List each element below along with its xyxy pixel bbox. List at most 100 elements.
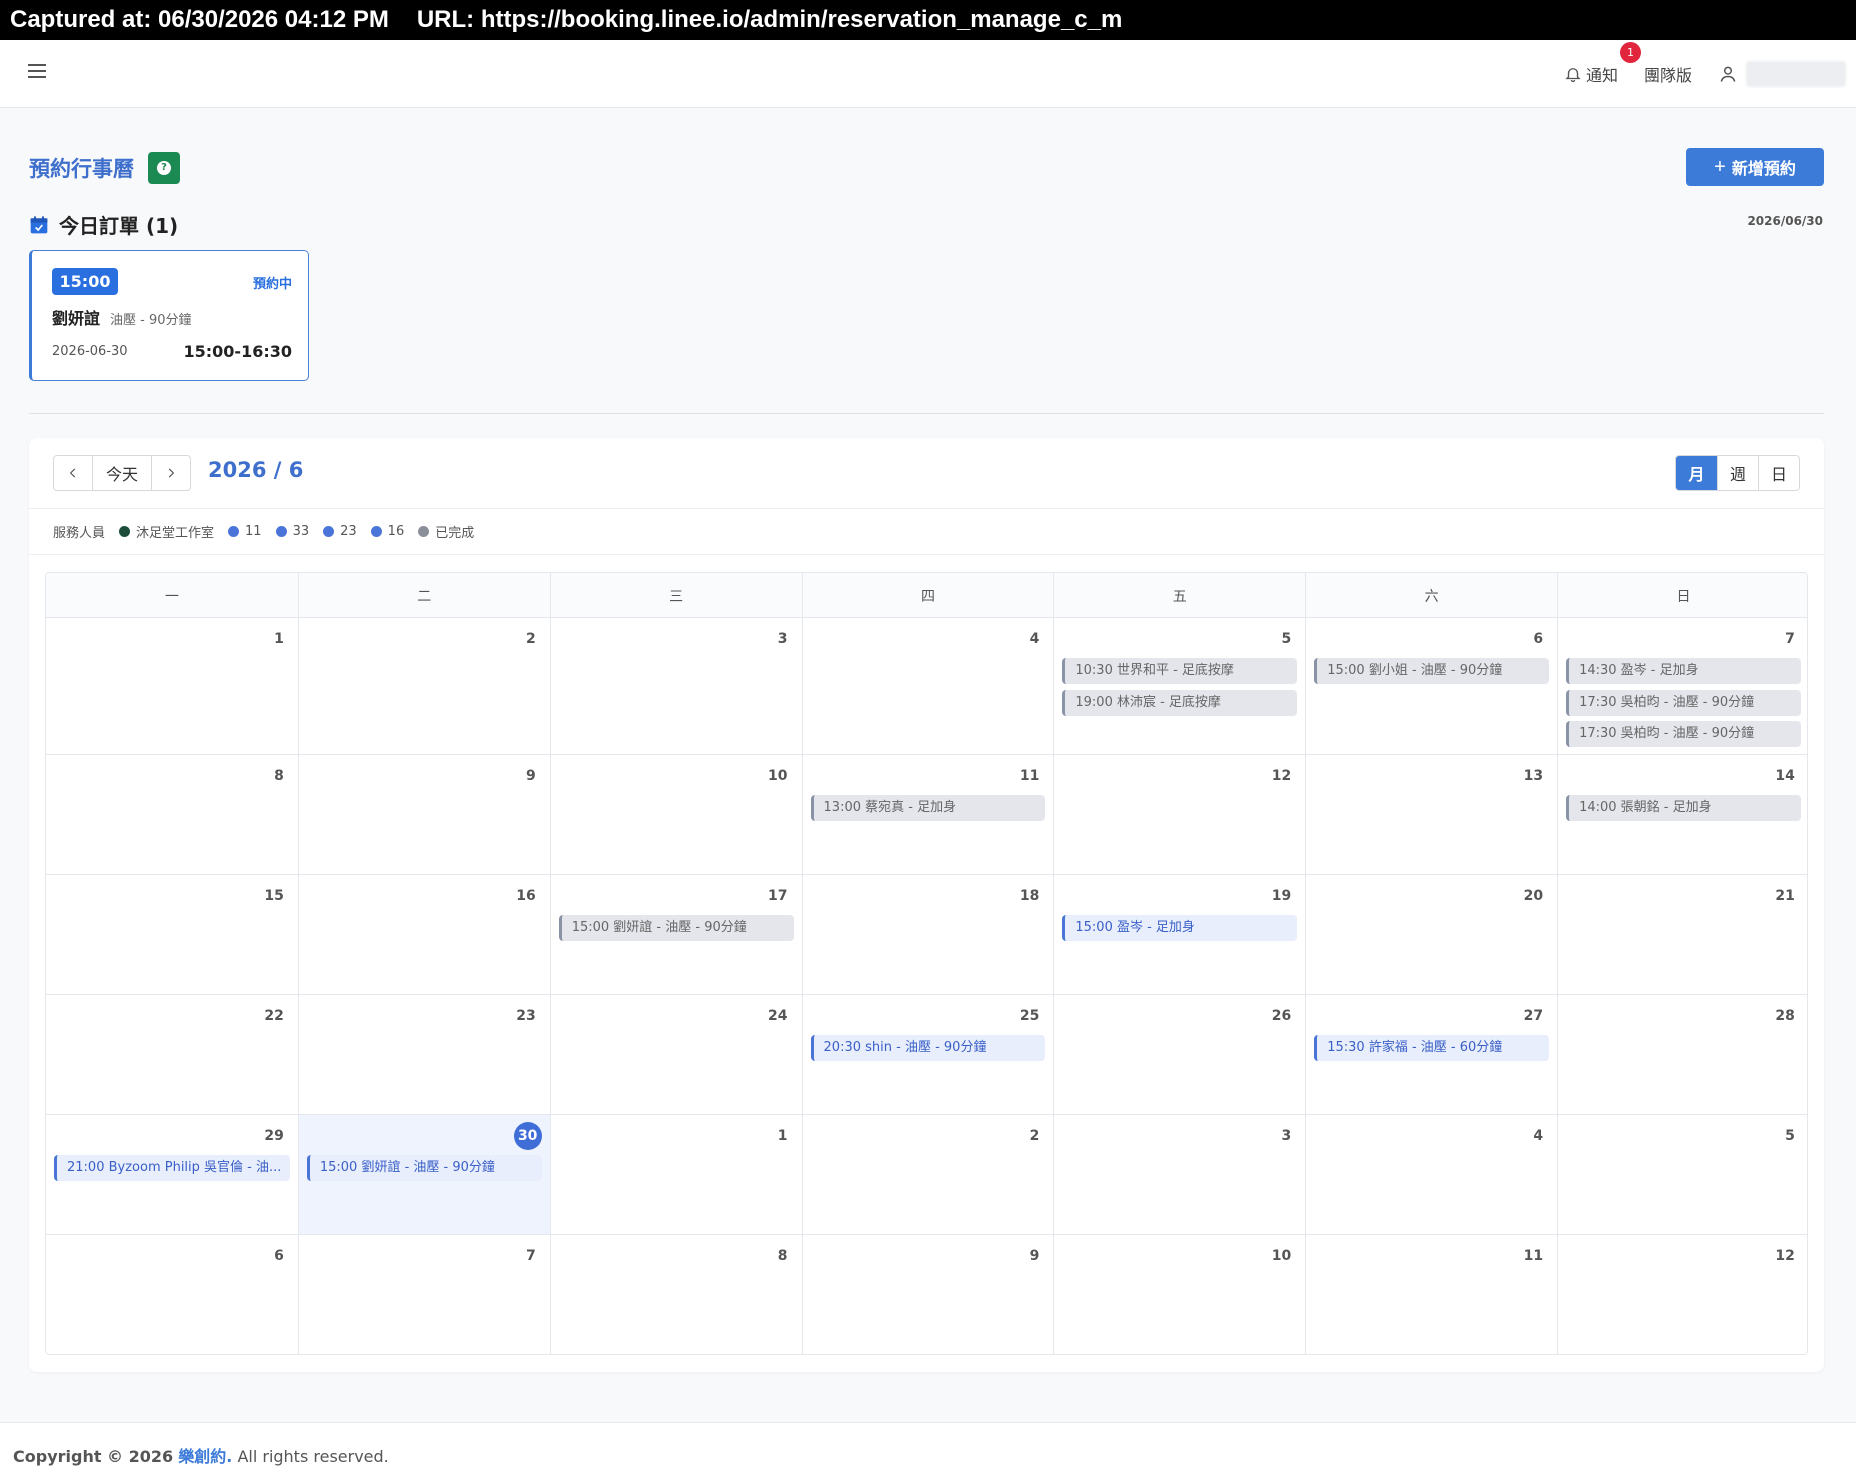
day-number[interactable]: 9 [526,768,536,784]
day-cell[interactable]: 4 [801,618,1054,754]
day-cell[interactable]: 21 [1557,875,1807,994]
calendar-event[interactable]: 17:30 吳柏昀 - 油壓 - 90分鐘 [1566,721,1801,747]
today-button[interactable]: 今天 [92,456,152,490]
day-cell[interactable]: 25 20:30 shin - 油壓 - 90分鐘 [801,995,1054,1114]
day-number[interactable]: 9 [1030,1248,1040,1264]
day-number[interactable]: 17 [768,888,787,904]
brand-link[interactable]: 樂創約. [178,1447,232,1466]
next-month-button[interactable] [152,456,190,490]
day-number[interactable]: 6 [1533,631,1543,647]
calendar-event[interactable]: 19:00 林沛宸 - 足底按摩 [1062,689,1298,716]
menu-icon[interactable] [28,64,46,78]
day-cell[interactable]: 28 [1557,995,1807,1114]
day-cell[interactable]: 7 [297,1235,550,1354]
day-cell[interactable]: 13 [1305,755,1557,874]
day-number[interactable]: 10 [1272,1248,1291,1264]
day-cell[interactable]: 8 [549,1235,802,1354]
day-cell[interactable]: 19 15:00 盈岑 - 足加身 [1053,875,1305,994]
day-number[interactable]: 1 [778,1128,788,1144]
day-cell[interactable]: 16 [297,875,550,994]
today-order-card[interactable]: 15:00 預約中 劉妍誼 油壓 - 90分鐘 2026-06-30 15:00-… [29,250,309,381]
prev-month-button[interactable] [54,456,92,490]
day-cell[interactable]: 6 15:00 劉小姐 - 油壓 - 90分鐘 [1305,618,1557,754]
day-number[interactable]: 12 [1272,768,1291,784]
day-number[interactable]: 19 [1272,888,1291,904]
day-number[interactable]: 14 [1775,768,1794,784]
new-reservation-button[interactable]: + 新增預約 [1686,148,1824,186]
day-cell[interactable]: 20 [1305,875,1557,994]
day-cell[interactable]: 12 [1557,1235,1807,1354]
user-menu[interactable] [1718,61,1846,87]
day-number[interactable]: 26 [1272,1008,1291,1024]
day-number[interactable]: 2 [1030,1128,1040,1144]
day-number[interactable]: 7 [526,1248,536,1264]
team-edition-link[interactable]: 團隊版 [1644,62,1692,86]
day-cell[interactable]: 26 [1053,995,1305,1114]
calendar-event[interactable]: 10:30 世界和平 - 足底按摩 [1062,658,1298,684]
calendar-event[interactable]: 20:30 shin - 油壓 - 90分鐘 [810,1035,1046,1061]
calendar-event[interactable]: 15:30 許家福 - 油壓 - 60分鐘 [1314,1035,1550,1061]
day-cell[interactable]: 10 [549,755,802,874]
day-number[interactable]: 27 [1524,1008,1543,1024]
day-number[interactable]: 5 [1281,631,1291,647]
day-cell[interactable]: 15 [46,875,298,994]
view-week-button[interactable]: 週 [1717,456,1758,490]
day-number[interactable]: 20 [1524,888,1543,904]
day-cell[interactable]: 11 [1305,1235,1557,1354]
calendar-event[interactable]: 15:00 劉妍誼 - 油壓 - 90分鐘 [306,1155,542,1181]
day-cell[interactable]: 14 14:00 張朝銘 - 足加身 [1557,755,1807,874]
day-cell[interactable]: 1 [549,1115,802,1234]
day-number[interactable]: 18 [1020,888,1039,904]
day-cell[interactable]: 3 [549,618,802,754]
day-number[interactable]: 21 [1775,888,1794,904]
help-button[interactable]: ? [148,152,180,184]
day-cell[interactable]: 23 [297,995,550,1114]
day-cell[interactable]: 12 [1053,755,1305,874]
day-cell[interactable]: 6 [46,1235,298,1354]
calendar-event[interactable]: 17:30 吳柏昀 - 油壓 - 90分鐘 [1566,689,1801,716]
day-number[interactable]: 10 [768,768,787,784]
day-cell[interactable]: 9 [297,755,550,874]
day-number[interactable]: 24 [768,1008,787,1024]
day-number[interactable]: 11 [1524,1248,1543,1264]
day-number[interactable]: 13 [1524,768,1543,784]
day-number[interactable]: 6 [274,1248,284,1264]
day-number[interactable]: 28 [1775,1008,1794,1024]
day-number[interactable]: 23 [516,1008,535,1024]
calendar-event[interactable]: 15:00 盈岑 - 足加身 [1062,915,1298,941]
day-number[interactable]: 8 [274,768,284,784]
day-cell[interactable]: 5 [1557,1115,1807,1234]
day-number[interactable]: 12 [1775,1248,1794,1264]
day-cell[interactable]: 8 [46,755,298,874]
calendar-event[interactable]: 13:00 蔡宛真 - 足加身 [810,795,1046,821]
day-number[interactable]: 25 [1020,1008,1039,1024]
day-cell[interactable]: 2 [801,1115,1054,1234]
day-cell[interactable]: 22 [46,995,298,1114]
day-number[interactable]: 30 [513,1122,542,1150]
calendar-event[interactable]: 14:00 張朝銘 - 足加身 [1566,795,1801,821]
calendar-event[interactable]: 14:30 盈岑 - 足加身 [1566,658,1801,684]
day-number[interactable]: 15 [264,888,283,904]
notification-button[interactable]: 通知 1 [1564,42,1641,86]
day-number[interactable]: 11 [1020,768,1039,784]
view-day-button[interactable]: 日 [1758,456,1799,490]
day-number[interactable]: 4 [1533,1128,1543,1144]
day-cell[interactable]: 2 [297,618,550,754]
day-number[interactable]: 3 [1281,1128,1291,1144]
day-number[interactable]: 5 [1785,1128,1795,1144]
day-number[interactable]: 1 [274,631,284,647]
day-number[interactable]: 16 [516,888,535,904]
day-cell[interactable]: 3 [1053,1115,1305,1234]
day-number[interactable]: 3 [778,631,788,647]
day-cell-today[interactable]: 30 15:00 劉妍誼 - 油壓 - 90分鐘 [297,1115,550,1234]
day-cell[interactable]: 17 15:00 劉妍誼 - 油壓 - 90分鐘 [549,875,802,994]
day-cell[interactable]: 7 14:30 盈岑 - 足加身 17:30 吳柏昀 - 油壓 - 90分鐘 17:3… [1557,618,1807,754]
day-cell[interactable]: 5 10:30 世界和平 - 足底按摩 19:00 林沛宸 - 足底按摩 [1053,618,1305,754]
day-number[interactable]: 2 [526,631,536,647]
day-cell[interactable]: 10 [1053,1235,1305,1354]
day-number[interactable]: 29 [264,1128,283,1144]
day-cell[interactable]: 18 [801,875,1054,994]
day-number[interactable]: 8 [778,1248,788,1264]
day-number[interactable]: 22 [264,1008,283,1024]
day-number[interactable]: 4 [1030,631,1040,647]
